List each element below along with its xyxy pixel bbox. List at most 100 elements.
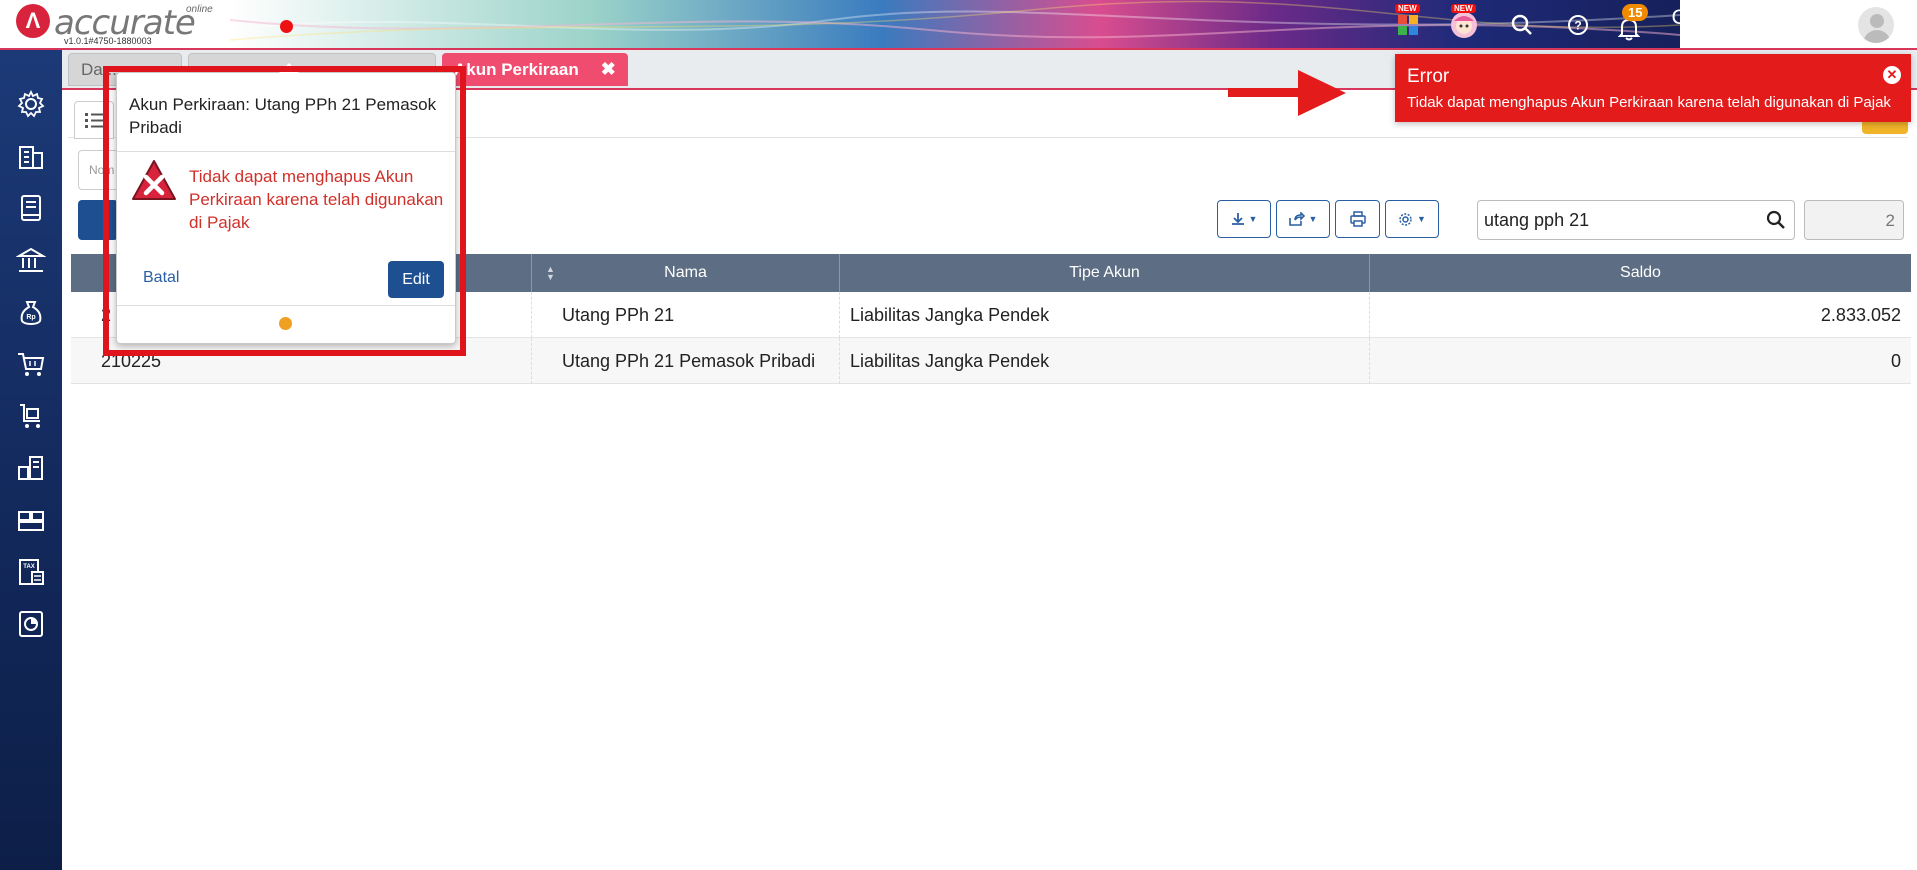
new-badge: NEW	[1395, 4, 1420, 13]
status-dot	[279, 317, 292, 330]
account-number-cell: 210225	[71, 338, 532, 384]
search-icon[interactable]	[1766, 210, 1786, 230]
account-name-cell: Utang PPh 21 Pemasok Pribadi	[532, 338, 840, 384]
tab-label: Da...	[81, 59, 117, 79]
version-label: v1.0.1#4750-1880003	[64, 36, 152, 46]
assistant-avatar-icon	[1451, 12, 1477, 38]
settings-button[interactable]: ▼	[1385, 200, 1439, 238]
warehouse-icon	[18, 456, 43, 480]
help-icon: ?	[1568, 15, 1588, 35]
popover-error-message: Tidak dapat menghapus Akun Perkiraan kar…	[189, 167, 444, 232]
sidebar-item-inventory[interactable]	[13, 502, 49, 538]
apps-grid-button[interactable]: NEW	[1391, 4, 1425, 42]
purchase-cart-icon	[20, 404, 40, 428]
column-header-tipe-akun[interactable]: Tipe Akun	[840, 254, 1370, 292]
sidebar-item-ledger[interactable]	[13, 190, 49, 226]
column-label: Nama	[664, 264, 707, 281]
popover-title: Akun Perkiraan: Utang PPh 21 Pemasok Pri…	[129, 95, 437, 137]
close-icon[interactable]: ✕	[1883, 66, 1901, 84]
page-number-field[interactable]: 2	[1804, 200, 1904, 240]
tab-label: Akun Perkiraan	[454, 59, 579, 79]
chevron-down-icon: ▼	[1248, 214, 1258, 224]
user-name: Siti Fauziah	[1769, 30, 1843, 46]
new-badge: NEW	[1451, 4, 1476, 13]
toast-title: Error	[1407, 66, 1450, 87]
gear-icon	[1399, 212, 1412, 226]
ledger-icon	[21, 195, 41, 221]
error-warning-icon	[132, 160, 176, 200]
list-view-button[interactable]	[74, 101, 114, 139]
sidebar-item-sales[interactable]	[13, 346, 49, 382]
close-icon[interactable]: ✖	[601, 59, 616, 80]
error-toast: Error Tidak dapat menghapus Akun Perkira…	[1395, 54, 1911, 122]
delete-error-popover: Akun Perkiraan: Utang PPh 21 Pemasok Pri…	[116, 63, 456, 344]
sidebar-item-company[interactable]	[13, 138, 49, 174]
svg-text:?: ?	[1574, 19, 1581, 33]
tab-akun-perkiraan[interactable]: Akun Perkiraan ✖	[442, 53, 628, 86]
chevron-down-icon: ▼	[1308, 214, 1318, 224]
cancel-button[interactable]: Batal	[143, 269, 179, 287]
top-header: Λ accurate online v1.0.1#4750-1880003 NE…	[0, 0, 1917, 50]
divider	[117, 151, 455, 152]
bank-icon	[16, 247, 46, 272]
table-row[interactable]: 210225 Utang PPh 21 Pemasok Pribadi Liab…	[71, 338, 1911, 384]
search-button[interactable]	[1505, 8, 1539, 42]
sidebar-item-settings[interactable]	[13, 86, 49, 122]
sidebar: Rp TAX	[0, 50, 62, 870]
company-name: CV Mitra Spesialis	[1671, 6, 1843, 29]
divider	[117, 305, 455, 306]
recording-indicator	[280, 20, 293, 33]
add-account-button[interactable]	[78, 200, 118, 240]
user-avatar[interactable]	[1856, 5, 1896, 45]
account-type-cell: Liabilitas Jangka Pendek	[840, 338, 1370, 384]
sidebar-item-report[interactable]	[13, 606, 49, 642]
sidebar-item-bank[interactable]	[13, 242, 49, 278]
toast-message: Tidak dapat menghapus Akun Perkiraan kar…	[1407, 94, 1891, 111]
tax-icon: TAX	[19, 559, 44, 585]
sort-icon: ▲ ▼	[546, 264, 555, 282]
settings-icon	[17, 89, 45, 118]
account-name-cell: Utang PPh 21	[532, 292, 840, 338]
export-button[interactable]: ▼	[1276, 200, 1330, 238]
edit-button[interactable]: Edit	[388, 261, 444, 298]
pointer-arrow-icon	[1228, 70, 1346, 116]
filter-placeholder: Nom	[89, 163, 115, 177]
svg-text:Rp: Rp	[26, 314, 35, 321]
balance-cell: 2.833.052	[1820, 304, 1901, 325]
share-icon	[1288, 212, 1305, 226]
avatar-head	[1870, 14, 1884, 28]
company-switcher[interactable]: CV Mitra Spesialis Siti Fauziah	[1671, 6, 1843, 46]
notification-count-badge: 15	[1622, 4, 1649, 21]
list-icon	[85, 113, 103, 128]
account-type-cell: Liabilitas Jangka Pendek	[840, 292, 1370, 338]
sales-cart-icon	[18, 353, 45, 376]
chevron-down-icon: ▼	[1417, 214, 1426, 224]
popover-arrow	[279, 63, 299, 73]
account-search[interactable]	[1477, 200, 1795, 240]
sidebar-item-purchase[interactable]	[13, 398, 49, 434]
download-icon	[1231, 213, 1244, 225]
report-icon	[19, 611, 43, 637]
print-icon	[1349, 211, 1366, 227]
inventory-icon	[18, 511, 44, 531]
sidebar-item-tax[interactable]: TAX	[13, 554, 49, 590]
balance-cell: 0	[1890, 350, 1901, 371]
svg-text:TAX: TAX	[23, 564, 35, 570]
print-button[interactable]	[1335, 200, 1380, 238]
sidebar-item-warehouse[interactable]	[13, 450, 49, 486]
search-icon	[1511, 14, 1532, 35]
cash-bag-icon: Rp	[20, 301, 42, 326]
brand-sub: online	[186, 4, 213, 15]
column-header-saldo[interactable]: Saldo	[1370, 254, 1911, 292]
search-input[interactable]	[1484, 209, 1754, 231]
chevron-down-icon[interactable]: ▼	[1900, 15, 1912, 29]
assistant-button[interactable]: NEW	[1447, 4, 1481, 42]
apps-grid-icon	[1398, 15, 1418, 35]
company-icon	[19, 146, 43, 169]
logo-mark-icon: Λ	[16, 4, 50, 38]
import-button[interactable]: ▼	[1217, 200, 1271, 238]
sidebar-item-cash[interactable]: Rp	[13, 294, 49, 330]
column-header-nama[interactable]: ▲ ▼ Nama	[532, 254, 840, 292]
help-button[interactable]: ?	[1561, 8, 1595, 42]
avatar-body	[1863, 30, 1891, 43]
